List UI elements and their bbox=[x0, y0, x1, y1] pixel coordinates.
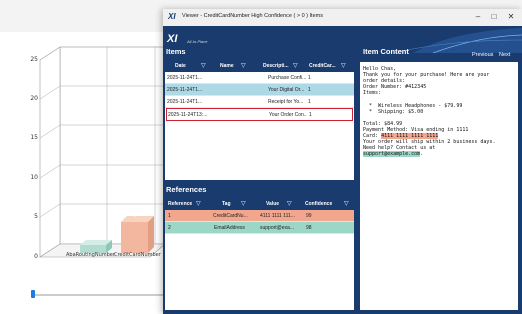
reference-row[interactable]: 2 EmailAddress support@exa... 98 bbox=[165, 222, 354, 234]
item-count: 1 bbox=[308, 99, 311, 105]
reference-value: 4111 1111 111... bbox=[260, 213, 295, 219]
reference-row[interactable]: 1 CreditCardNu... 4111 1111 111... 99 bbox=[165, 210, 354, 222]
filter-icon[interactable]: ▽ bbox=[293, 62, 298, 70]
column-value[interactable]: Value bbox=[266, 198, 279, 210]
banner-tagline: All-In-Place bbox=[187, 39, 208, 44]
references-table-header: Reference ▽ Tag ▽ Value ▽ Confidence ▽ bbox=[165, 198, 354, 210]
item-content-body: Hello Chas, Thank you for your purchase!… bbox=[360, 62, 518, 310]
column-confidence[interactable]: Confidence bbox=[305, 198, 332, 210]
reference-number: 2 bbox=[168, 225, 171, 231]
window-title: Viewer - CreditCardNumber High Confidenc… bbox=[182, 13, 323, 19]
references-table: Reference ▽ Tag ▽ Value ▽ Confidence ▽ 1… bbox=[165, 198, 354, 310]
items-header: Items bbox=[166, 47, 186, 56]
content-text: Hello Chas, Thank you for your purchase!… bbox=[363, 66, 490, 140]
x-category-label: CreditCardNumber bbox=[114, 252, 161, 258]
column-date[interactable]: Date bbox=[175, 60, 186, 72]
item-date: 2025-11-24T1... bbox=[167, 75, 203, 81]
filter-icon[interactable]: ▽ bbox=[341, 62, 346, 70]
highlighted-card-number[interactable]: 4111 1111 1111 1111 bbox=[381, 133, 439, 140]
references-header: References bbox=[166, 185, 207, 194]
column-description[interactable]: Descripti... bbox=[263, 60, 289, 72]
item-date: 2025-11-24T1... bbox=[167, 87, 203, 93]
highlighted-email[interactable]: support@example.com bbox=[363, 151, 421, 158]
item-row[interactable]: 2025-11-24T1... Receipt for Yo... 1 bbox=[165, 96, 354, 108]
filter-icon[interactable]: ▽ bbox=[241, 200, 246, 208]
column-creditcard[interactable]: CreditCar... bbox=[309, 60, 336, 72]
column-name[interactable]: Name bbox=[220, 60, 234, 72]
items-table-header: Date ▽ Name ▽ Descripti... ▽ CreditCar..… bbox=[165, 60, 354, 72]
y-tick-label: 5 bbox=[34, 213, 38, 220]
item-count: 1 bbox=[308, 87, 311, 93]
banner-brand: XI bbox=[167, 33, 178, 45]
item-date: 2025-11-24T13:... bbox=[168, 112, 208, 118]
chart-bar-2 bbox=[121, 216, 154, 253]
bar-value-label: 1 bbox=[91, 236, 95, 242]
item-count: 1 bbox=[308, 75, 311, 81]
item-row-focused[interactable]: 2025-11-24T13:... Your Order Con... 1 bbox=[166, 108, 353, 121]
content-text: . bbox=[420, 151, 424, 158]
reference-value: support@exa... bbox=[260, 225, 294, 231]
filter-icon[interactable]: ▽ bbox=[201, 62, 206, 70]
reference-tag: CreditCardNu... bbox=[213, 213, 248, 219]
y-tick-label: 25 bbox=[30, 56, 38, 63]
item-count: 1 bbox=[309, 112, 312, 118]
filter-icon[interactable]: ▽ bbox=[287, 200, 292, 208]
filter-icon[interactable]: ▽ bbox=[344, 200, 349, 208]
column-reference[interactable]: Reference bbox=[168, 198, 192, 210]
item-description: Purchase Confi... bbox=[268, 75, 306, 81]
bar-value-label: 4 bbox=[133, 213, 137, 219]
item-content-header: Item Content bbox=[363, 47, 409, 56]
window-titlebar: XI Viewer - CreditCardNumber High Confid… bbox=[163, 9, 522, 26]
item-row[interactable]: 2025-11-24T1... Purchase Confi... 1 bbox=[165, 72, 354, 84]
item-description: Your Order Con... bbox=[269, 112, 307, 118]
background-chart-area: 25 20 15 10 5 0 1 4 AbaRoutingNumber Cre… bbox=[0, 32, 165, 314]
x-category-label: AbaRoutingNumber bbox=[66, 252, 115, 258]
reference-confidence: 98 bbox=[306, 225, 312, 231]
chart-3d-frame bbox=[38, 46, 165, 258]
maximize-button[interactable]: □ bbox=[487, 12, 501, 22]
y-tick-label: 15 bbox=[30, 134, 38, 141]
previous-button[interactable]: Previous bbox=[472, 52, 493, 58]
next-button[interactable]: Next bbox=[499, 52, 510, 58]
content-text: Your order will ship within 2 business d… bbox=[363, 139, 496, 152]
reference-confidence: 99 bbox=[306, 213, 312, 219]
timeline-slider-track[interactable] bbox=[33, 294, 163, 296]
y-tick-label: 0 bbox=[34, 253, 38, 260]
reference-number: 1 bbox=[168, 213, 171, 219]
column-tag[interactable]: Tag bbox=[222, 198, 231, 210]
minimize-button[interactable]: – bbox=[471, 12, 485, 22]
y-tick-label: 20 bbox=[30, 95, 38, 102]
item-description: Your Digital Or... bbox=[268, 87, 305, 93]
reference-tag: EmailAddress bbox=[214, 225, 245, 231]
close-button[interactable]: ✕ bbox=[504, 12, 518, 22]
item-row[interactable]: 2025-11-24T1... Your Digital Or... 1 bbox=[165, 84, 354, 96]
item-description: Receipt for Yo... bbox=[268, 99, 304, 105]
filter-icon[interactable]: ▽ bbox=[241, 62, 246, 70]
timeline-slider-thumb[interactable] bbox=[31, 290, 35, 298]
y-tick-label: 10 bbox=[30, 174, 38, 181]
items-table: Date ▽ Name ▽ Descripti... ▽ CreditCar..… bbox=[165, 60, 354, 180]
item-date: 2025-11-24T1... bbox=[167, 99, 203, 105]
app-logo-icon: XI bbox=[168, 12, 176, 21]
filter-icon[interactable]: ▽ bbox=[196, 200, 201, 208]
